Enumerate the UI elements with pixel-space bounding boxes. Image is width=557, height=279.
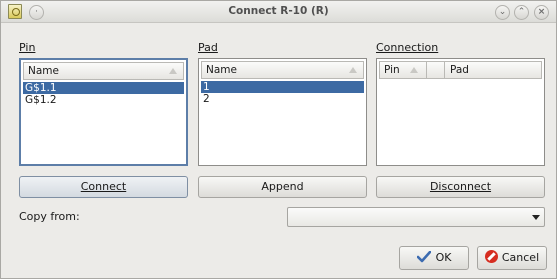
connection-pin-column-header[interactable]: Pin (384, 64, 400, 76)
chevron-down-icon[interactable] (532, 215, 540, 220)
sort-ascending-icon (410, 67, 418, 73)
column-divider (426, 62, 427, 78)
connect-button[interactable]: Connect (19, 176, 188, 198)
pin-list-header[interactable]: Name (23, 62, 184, 80)
connection-pad-column-header[interactable]: Pad (450, 64, 469, 76)
connect-dialog: · Connect R-10 (R) ⌄ ⌃ × Pin Name G$1.1 … (0, 0, 557, 279)
ok-button-label: OK (435, 251, 452, 264)
sort-ascending-icon (169, 68, 177, 74)
ok-button[interactable]: OK (399, 246, 469, 270)
pad-name-column-header[interactable]: Name (206, 64, 237, 76)
append-button-label: Append (261, 180, 304, 193)
maximize-icon[interactable]: ⌃ (514, 5, 529, 20)
minimize-icon[interactable]: ⌄ (495, 5, 510, 20)
connection-list-header[interactable]: Pin Pad (379, 61, 542, 79)
pin-label: Pin (19, 41, 35, 54)
pad-list-item[interactable]: 1 (201, 81, 364, 93)
copy-from-label: Copy from: (19, 210, 80, 223)
append-button[interactable]: Append (198, 176, 367, 198)
cancel-button[interactable]: Cancel (477, 246, 547, 270)
checkmark-icon (416, 251, 431, 263)
pin-name-column-header[interactable]: Name (28, 65, 59, 77)
window-title: Connect R-10 (R) (228, 5, 329, 17)
close-icon[interactable]: × (534, 5, 549, 20)
disconnect-button[interactable]: Disconnect (376, 176, 545, 198)
pin-list-item[interactable]: G$1.1 (23, 82, 184, 94)
pad-list-header[interactable]: Name (201, 61, 364, 79)
pin-list[interactable]: Name G$1.1 G$1.2 (19, 58, 188, 166)
pad-list-item[interactable]: 2 (201, 93, 364, 105)
pad-list[interactable]: Name 1 2 (198, 58, 367, 166)
copy-from-select[interactable] (287, 207, 545, 227)
pin-list-item-label: G$1.2 (25, 94, 57, 106)
connection-label: Connection (376, 41, 438, 54)
disconnect-button-label: Disconnect (429, 180, 492, 193)
title-bar[interactable]: · Connect R-10 (R) ⌄ ⌃ × (1, 1, 556, 23)
sort-ascending-icon (349, 67, 357, 73)
connect-button-label: Connect (80, 180, 127, 193)
pad-list-item-label: 1 (203, 81, 210, 93)
pin-list-item[interactable]: G$1.2 (23, 94, 184, 106)
pad-label: Pad (198, 41, 218, 54)
cancel-icon (484, 250, 498, 263)
pin-label-text: Pin (19, 41, 36, 54)
pin-list-item-label: G$1.1 (25, 82, 57, 94)
column-divider (444, 62, 445, 78)
cancel-button-label: Cancel (501, 251, 540, 264)
connection-list[interactable]: Pin Pad (376, 58, 545, 166)
connection-label-text: Connection (376, 41, 439, 54)
pad-list-item-label: 2 (203, 93, 210, 105)
pad-label-text: Pad (198, 41, 218, 54)
